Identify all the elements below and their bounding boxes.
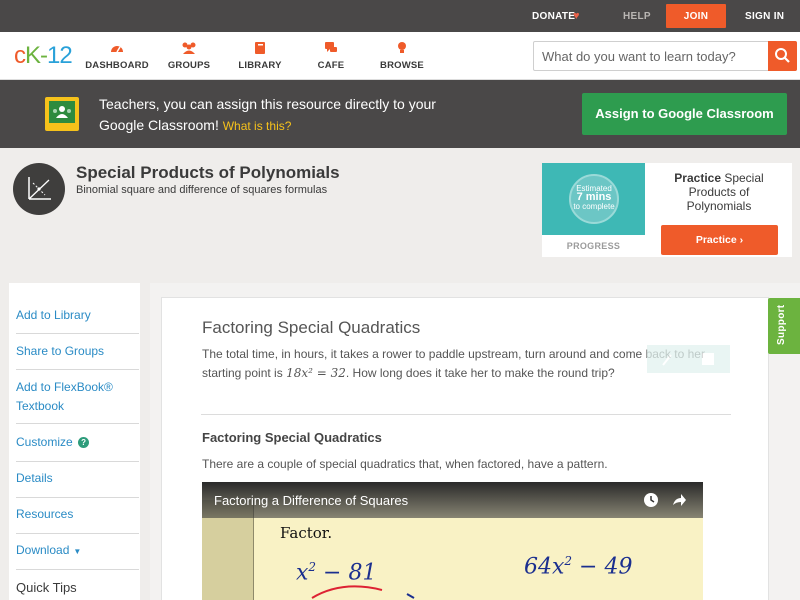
nav-groups[interactable]: GROUPS (154, 41, 224, 71)
dashboard-icon (111, 46, 123, 53)
subsection-text: There are a couple of special quadratics… (202, 457, 608, 471)
practice-button[interactable]: Practice › (661, 225, 778, 255)
practice-card: Estimated 7 mins to complete PROGRESS Pr… (542, 163, 792, 257)
eq2-rest: − 49 (572, 554, 633, 580)
assign-google-classroom-button[interactable]: Assign to Google Classroom (582, 93, 787, 135)
eq2-base: 64x (524, 554, 565, 580)
practice-card-bold: Practice (674, 171, 721, 185)
sidebar-item-label: Resources (16, 507, 74, 521)
page-subtitle: Binomial square and difference of square… (76, 184, 328, 196)
sidebar-item-label: Share to Groups (16, 344, 105, 358)
sidebar: Add to Library Share to Groups Add to Fl… (9, 283, 140, 600)
sidebar-item-label: Add to FlexBook® Textbook (16, 380, 113, 413)
nav-dashboard[interactable]: DASHBOARD (82, 41, 152, 71)
sidebar-item-label: Download (16, 543, 70, 557)
chevron-right-icon: › (739, 234, 744, 246)
sidebar-item-details[interactable]: Details (16, 469, 139, 498)
nav-library-label: LIBRARY (238, 60, 282, 71)
what-is-this-link[interactable]: What is this? (223, 119, 292, 133)
section-heading: Factoring Special Quadratics (202, 318, 421, 337)
nav-library[interactable]: LIBRARY (225, 41, 295, 71)
sidebar-item-download[interactable]: Download ▼ (16, 541, 139, 570)
support-label: Support (776, 304, 787, 345)
video-equation-2: 64x2 − 49 (524, 554, 632, 579)
donate-link[interactable]: DONATE (532, 0, 575, 32)
video-title-bar: Factoring a Difference of Squares (202, 482, 703, 518)
video-player[interactable]: Factor. x2 − 81 64x2 − 49 Factoring a Di… (202, 482, 703, 600)
sidebar-item-label: Customize (16, 435, 73, 449)
help-icon[interactable]: ? (78, 437, 90, 448)
subsection-heading: Factoring Special Quadratics (202, 430, 382, 445)
nav-cafe[interactable]: CAFE (296, 41, 366, 71)
quick-tips-heading[interactable]: Quick Tips (16, 580, 77, 595)
nav-browse-label: BROWSE (380, 60, 424, 71)
support-tab[interactable]: Support (768, 298, 800, 354)
nav-cafe-label: CAFE (317, 60, 345, 71)
search-button[interactable] (768, 41, 797, 71)
sidebar-item-resources[interactable]: Resources (16, 505, 139, 534)
practice-button-label: Practice (695, 234, 737, 246)
heart-icon: ♥ (573, 10, 580, 22)
video-title: Factoring a Difference of Squares (214, 493, 409, 508)
watch-later-icon[interactable] (643, 492, 659, 508)
caret-down-icon: ▼ (73, 547, 82, 556)
signin-link[interactable]: SIGN IN (745, 0, 784, 32)
sidebar-item-customize[interactable]: Customize ? (16, 433, 139, 462)
sidebar-item-add-to-library[interactable]: Add to Library (16, 306, 139, 334)
practice-card-title: Practice Special Products of Polynomials (660, 171, 778, 213)
help-link[interactable]: HELP (623, 0, 651, 32)
module-graph-icon (13, 163, 65, 215)
sidebar-item-label: Add to Library (16, 308, 91, 322)
join-button[interactable]: JOIN (666, 4, 726, 28)
share-icon[interactable] (671, 492, 687, 508)
cafe-icon (325, 42, 337, 52)
main-nav: cK-12 DASHBOARD GROUPS LIBRARY CAFE BROW… (0, 32, 800, 80)
logo-12: 12 (47, 42, 73, 69)
ck12-logo[interactable]: cK-12 (14, 42, 73, 70)
google-classroom-banner: Teachers, you can assign this resource d… (0, 80, 800, 148)
intro-text-end: . How long does it take her to make the … (345, 366, 615, 380)
classroom-message: Teachers, you can assign this resource d… (99, 94, 459, 137)
top-utility-bar: DONATE ♥ HELP JOIN SIGN IN (0, 0, 800, 32)
sidebar-item-share-to-groups[interactable]: Share to Groups (16, 342, 139, 370)
eq1-exp: 2 (308, 560, 317, 574)
logo-c: c (14, 42, 26, 69)
estimate-bottom: to complete (573, 202, 615, 211)
estimate-mins: 7 mins (576, 191, 612, 203)
estimate-badge: Estimated 7 mins to complete (569, 174, 619, 224)
sidebar-item-label: Details (16, 471, 53, 485)
groups-icon (182, 42, 196, 54)
edit-tools-overlay[interactable] (647, 345, 730, 373)
handwritten-annotation (311, 585, 415, 599)
nav-groups-label: GROUPS (167, 60, 211, 71)
eq2-exp: 2 (564, 554, 573, 568)
search-input[interactable] (534, 42, 769, 70)
browse-icon (398, 42, 406, 53)
practice-estimate-image: Estimated 7 mins to complete (542, 163, 645, 235)
sidebar-item-add-to-flexbook[interactable]: Add to FlexBook® Textbook (16, 378, 139, 424)
pencil-icon (662, 353, 714, 366)
intro-math: 18x² = 32 (286, 366, 346, 380)
google-classroom-icon (45, 97, 79, 131)
logo-k: K (25, 42, 41, 69)
search-icon (775, 48, 790, 63)
divider (201, 414, 731, 415)
progress-label: PROGRESS (566, 241, 621, 251)
library-icon (255, 42, 265, 54)
page-title: Special Products of Polynomials (76, 163, 340, 182)
search-box (533, 41, 797, 71)
logo-dash: - (40, 42, 48, 69)
video-factor-label: Factor. (280, 524, 333, 542)
nav-dashboard-label: DASHBOARD (85, 60, 149, 71)
nav-browse[interactable]: BROWSE (367, 41, 437, 71)
